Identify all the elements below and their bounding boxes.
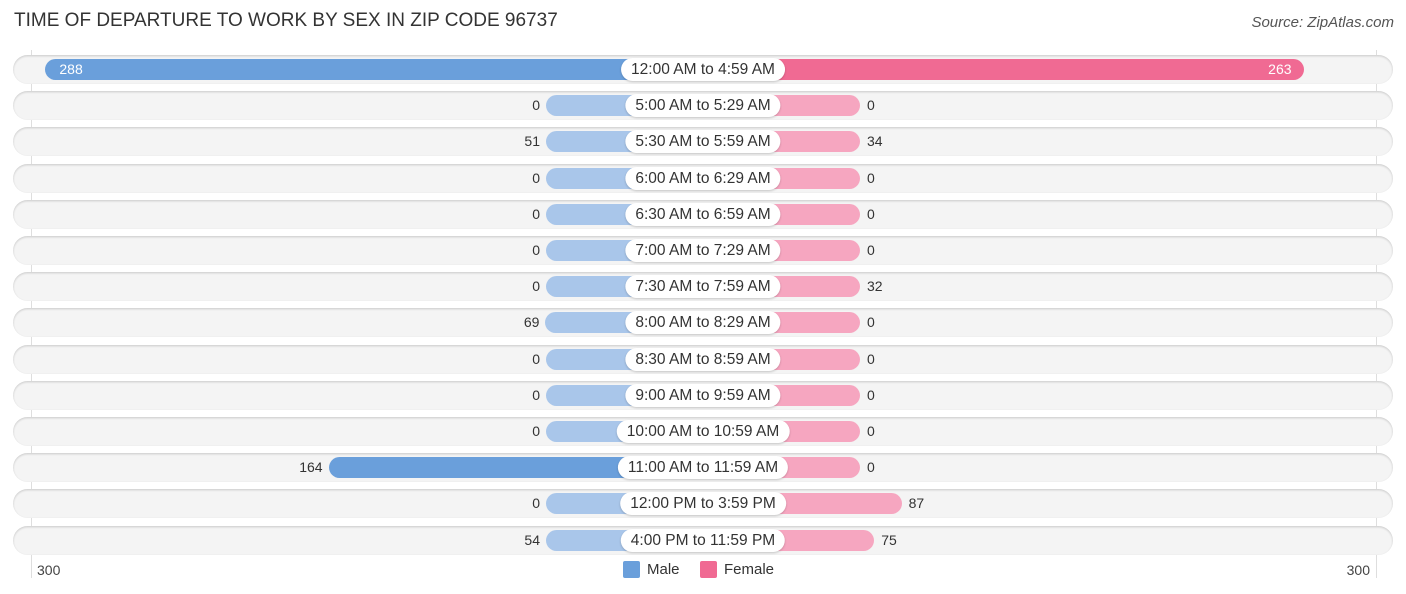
value-label-male: 0 xyxy=(532,242,540,258)
category-label: 12:00 AM to 4:59 AM xyxy=(621,58,785,81)
category-label: 10:00 AM to 10:59 AM xyxy=(616,420,790,443)
value-label-male: 0 xyxy=(532,423,540,439)
value-label-female: 0 xyxy=(867,386,875,403)
category-label: 11:00 AM to 11:59 AM xyxy=(617,456,789,480)
value-label-female: 32 xyxy=(867,278,883,295)
value-label-female: 0 xyxy=(867,97,875,114)
value-label-male: 0 xyxy=(532,169,540,186)
value-label-female: 87 xyxy=(908,495,925,512)
category-label: 9:00 AM to 9:59 AM xyxy=(625,383,781,407)
chart-area: 288 263 12:00 AM to 4:59 AM 0 0 5:00 AM to 5:… xyxy=(0,0,1406,594)
value-label-female: 0 xyxy=(867,205,875,222)
value-label-male: 54 xyxy=(524,531,540,548)
value-label-female: 0 xyxy=(867,169,875,186)
value-label-female: 0 xyxy=(867,423,875,439)
axis-label-left: 300 xyxy=(37,562,61,578)
value-label-male: 51 xyxy=(524,133,540,150)
category-label: 7:30 AM to 7:59 AM xyxy=(625,275,781,299)
category-label: 7:00 AM to 7:29 AM xyxy=(625,239,781,262)
category-label: 4:00 PM to 11:59 PM xyxy=(620,528,786,552)
value-label-male: 0 xyxy=(532,278,540,295)
category-label: 8:30 AM to 8:59 AM xyxy=(625,347,781,371)
value-label-female: 0 xyxy=(867,459,875,476)
legend-female: Female xyxy=(700,561,774,578)
legend-male-swatch xyxy=(623,561,640,578)
legend-female-label: Female xyxy=(724,561,775,578)
category-label: 12:00 PM to 3:59 PM xyxy=(620,492,786,516)
value-label-female: 0 xyxy=(867,242,875,258)
bar-female xyxy=(703,59,1304,80)
category-label: 6:00 AM to 6:29 AM xyxy=(625,166,781,190)
value-label-female: 0 xyxy=(867,314,875,331)
legend-male-label: Male xyxy=(647,561,680,578)
value-label-male: 164 xyxy=(299,459,323,476)
value-label-male: 0 xyxy=(532,386,540,403)
value-label-male: 0 xyxy=(532,495,540,512)
value-label-female: 263 xyxy=(1268,61,1292,77)
category-label: 5:30 AM to 5:59 AM xyxy=(625,130,781,154)
legend-female-swatch xyxy=(700,561,717,578)
value-label-male: 0 xyxy=(532,205,540,222)
category-label: 6:30 AM to 6:59 AM xyxy=(625,202,781,226)
value-label-female: 34 xyxy=(867,133,883,150)
axis-label-right: 300 xyxy=(1346,562,1370,578)
value-label-male: 0 xyxy=(532,97,540,114)
value-label-female: 75 xyxy=(881,531,897,548)
legend-male: Male xyxy=(623,561,680,578)
value-label-female: 0 xyxy=(867,350,875,367)
category-label: 8:00 AM to 8:29 AM xyxy=(625,311,781,335)
value-label-male: 0 xyxy=(532,350,540,367)
bar-male xyxy=(45,59,703,80)
value-label-male: 69 xyxy=(523,314,540,331)
category-label: 5:00 AM to 5:29 AM xyxy=(625,94,781,118)
value-label-male: 288 xyxy=(59,61,83,77)
